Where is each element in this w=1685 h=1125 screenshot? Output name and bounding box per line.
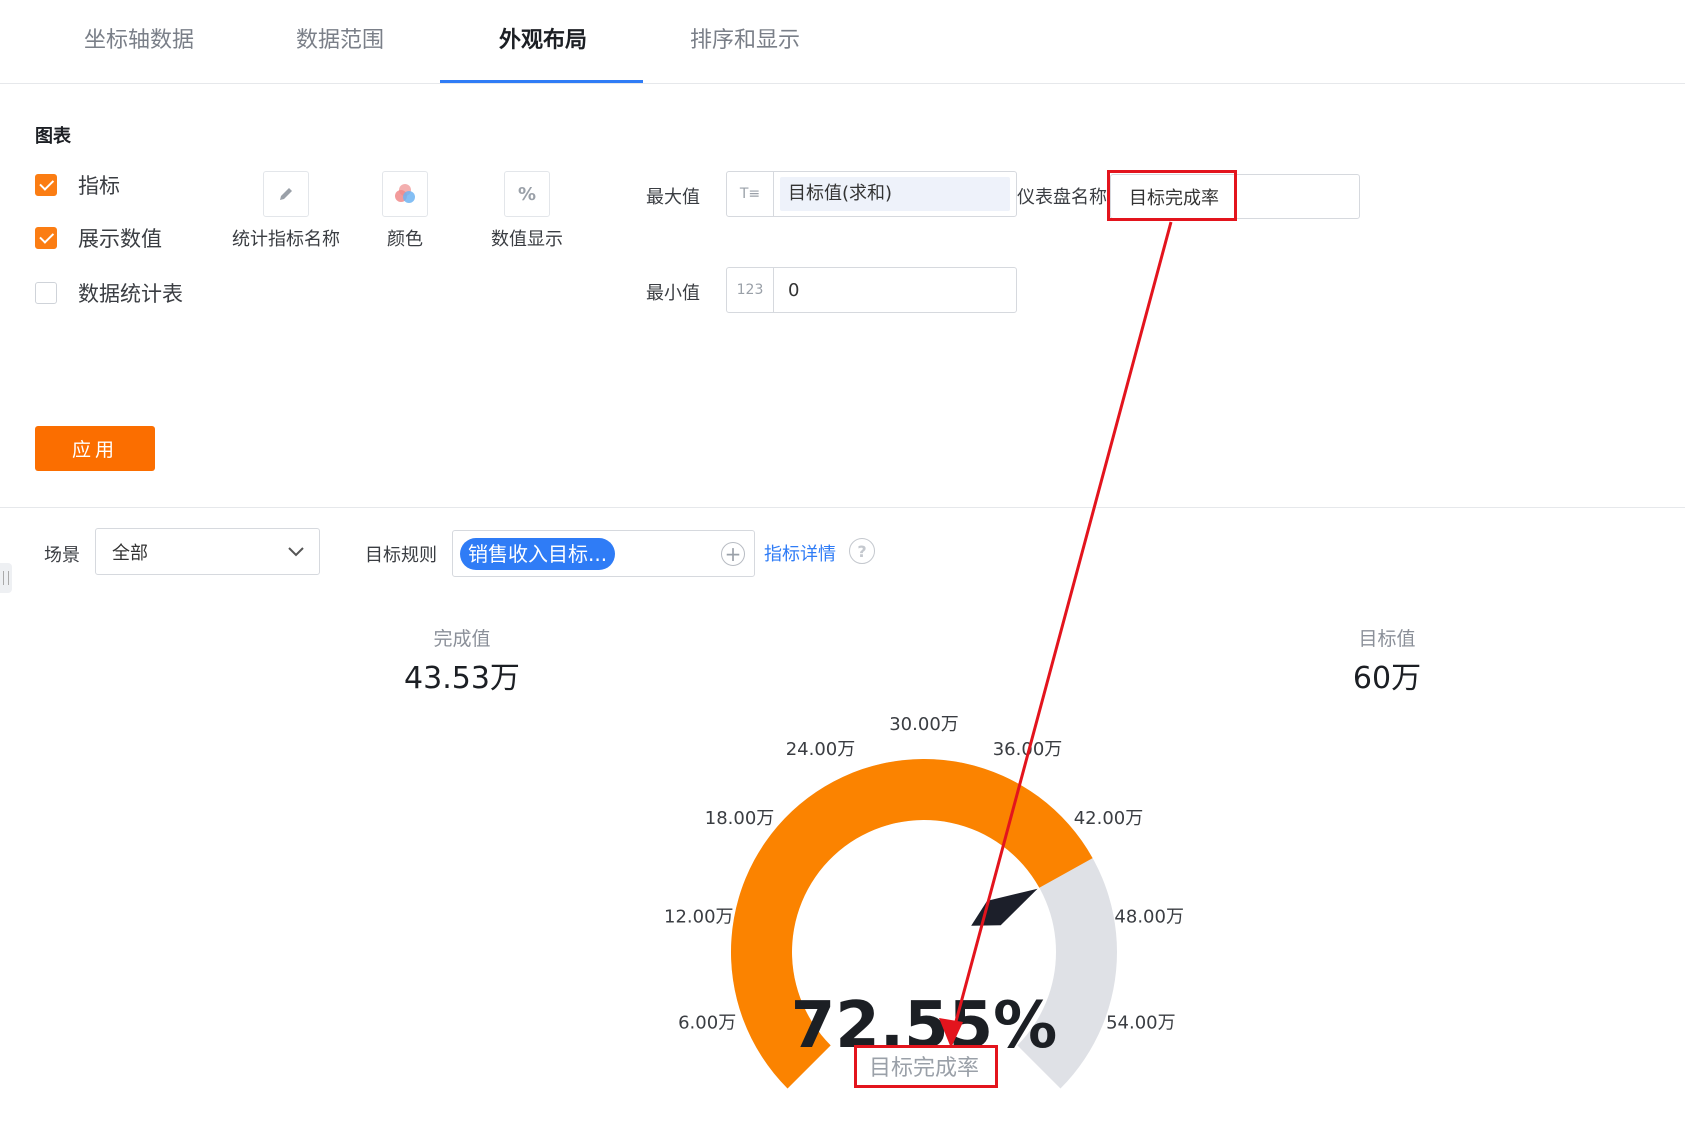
gauge-tick-label: 48.00万: [1114, 906, 1184, 927]
gauge-tick-label: 12.00万: [664, 906, 734, 927]
gauge-tick-label: 18.00万: [705, 808, 775, 829]
gauge-tick-label: 6.00万: [678, 1012, 736, 1033]
gauge-tick-label: 30.00万: [889, 714, 959, 735]
gauge-pointer: [971, 888, 1038, 926]
gauge-chart: 0.006.00万12.00万18.00万24.00万30.00万36.00万4…: [664, 221, 1184, 1125]
gauge-tick-label: 54.00万: [1106, 1012, 1176, 1033]
gauge-tick-label: 24.00万: [786, 739, 856, 760]
annotation-box-gauge-name: [854, 1045, 998, 1088]
gauge-tick-label: 42.00万: [1074, 808, 1144, 829]
